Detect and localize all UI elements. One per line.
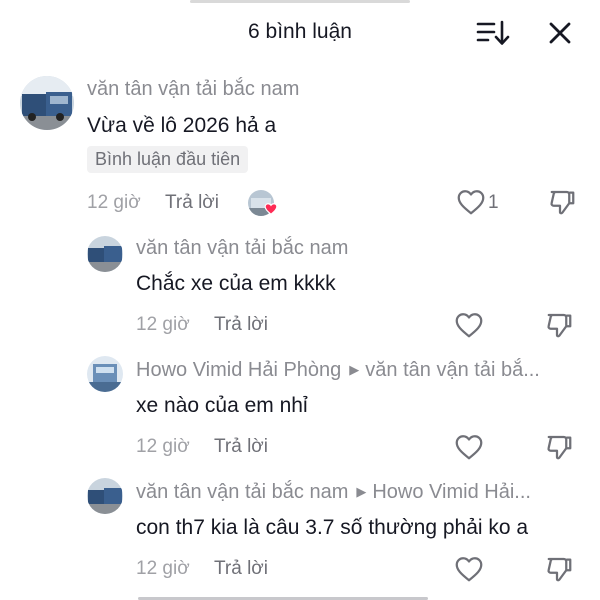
comments-sheet: 6 bình luận văn tân vận tải bắc nam Vừa … [0, 0, 600, 600]
reply-arrow-icon: ▶ [349, 362, 360, 377]
thumbs-down-icon [547, 313, 572, 338]
heart-icon [264, 202, 278, 216]
avatar[interactable] [87, 478, 123, 514]
reply-item: văn tân vận tải bắc nam ▶ Howo Vimid Hải..… [0, 472, 600, 592]
avatar[interactable] [87, 356, 123, 392]
reply-to-name[interactable]: văn tân vận tải bắ... [365, 359, 540, 381]
heart-outline-icon [457, 190, 485, 215]
like-button[interactable] [456, 188, 486, 216]
comment-username[interactable]: văn tân vận tải bắc nam [87, 78, 299, 101]
dislike-button[interactable] [545, 432, 575, 462]
reply-item: Howo Vimid Hải Phòng ▶ văn tân vận tải bắ.… [0, 350, 600, 470]
sort-icon [476, 20, 510, 45]
comment-username[interactable]: văn tân vận tải bắc nam ▶ Howo Vimid Hải..… [136, 481, 531, 504]
heart-outline-icon [455, 313, 483, 338]
reply-button[interactable]: Trả lời [214, 436, 268, 458]
heart-outline-icon [455, 435, 483, 460]
comment-count-title: 6 bình luận [248, 20, 352, 43]
comment-time: 12 giờ [136, 436, 190, 457]
comments-header: 6 bình luận [0, 0, 600, 66]
reply-item: văn tân vận tải bắc nam Chắc xe của em k… [0, 228, 600, 348]
reply-button[interactable]: Trả lời [214, 314, 268, 336]
like-count: 1 [488, 192, 499, 213]
comment-text: Chắc xe của em kkkk [136, 272, 336, 295]
first-comment-badge: Bình luận đầu tiên [87, 146, 249, 173]
comment-item: văn tân vận tải bắc nam Vừa về lô 2026 h… [0, 66, 600, 226]
comment-time: 12 giờ [136, 558, 190, 579]
comment-text: con th7 kia là câu 3.7 số thường phải ko… [136, 516, 529, 539]
like-button[interactable] [454, 555, 484, 583]
reply-arrow-icon: ▶ [356, 484, 367, 499]
comment-text: xe nào của em nhỉ [136, 394, 308, 417]
dislike-button[interactable] [545, 554, 575, 584]
thumbs-down-icon [547, 435, 572, 460]
next-comment-cutoff [138, 590, 438, 600]
comment-username[interactable]: Howo Vimid Hải Phòng ▶ văn tân vận tải bắ.… [136, 359, 540, 382]
avatar[interactable] [20, 76, 74, 130]
thumbs-down-icon [550, 190, 575, 215]
reply-button[interactable]: Trả lời [165, 192, 219, 214]
sort-button[interactable] [476, 18, 510, 48]
avatar[interactable] [87, 236, 123, 272]
like-button[interactable] [454, 311, 484, 339]
like-button[interactable] [454, 433, 484, 461]
heart-outline-icon [455, 557, 483, 582]
comment-time: 12 giờ [87, 192, 141, 213]
author-name[interactable]: Howo Vimid Hải Phòng [136, 359, 341, 381]
reply-button[interactable]: Trả lời [214, 558, 268, 580]
dislike-button[interactable] [548, 187, 578, 217]
author-name[interactable]: văn tân vận tải bắc nam [136, 481, 348, 503]
close-icon [549, 22, 571, 44]
thumbs-down-icon [547, 557, 572, 582]
comment-text: Vừa về lô 2026 hả a [87, 114, 277, 137]
close-button[interactable] [544, 17, 576, 49]
dislike-button[interactable] [545, 310, 575, 340]
reply-to-name[interactable]: Howo Vimid Hải... [372, 481, 531, 503]
comment-username[interactable]: văn tân vận tải bắc nam [136, 237, 348, 260]
comment-time: 12 giờ [136, 314, 190, 335]
